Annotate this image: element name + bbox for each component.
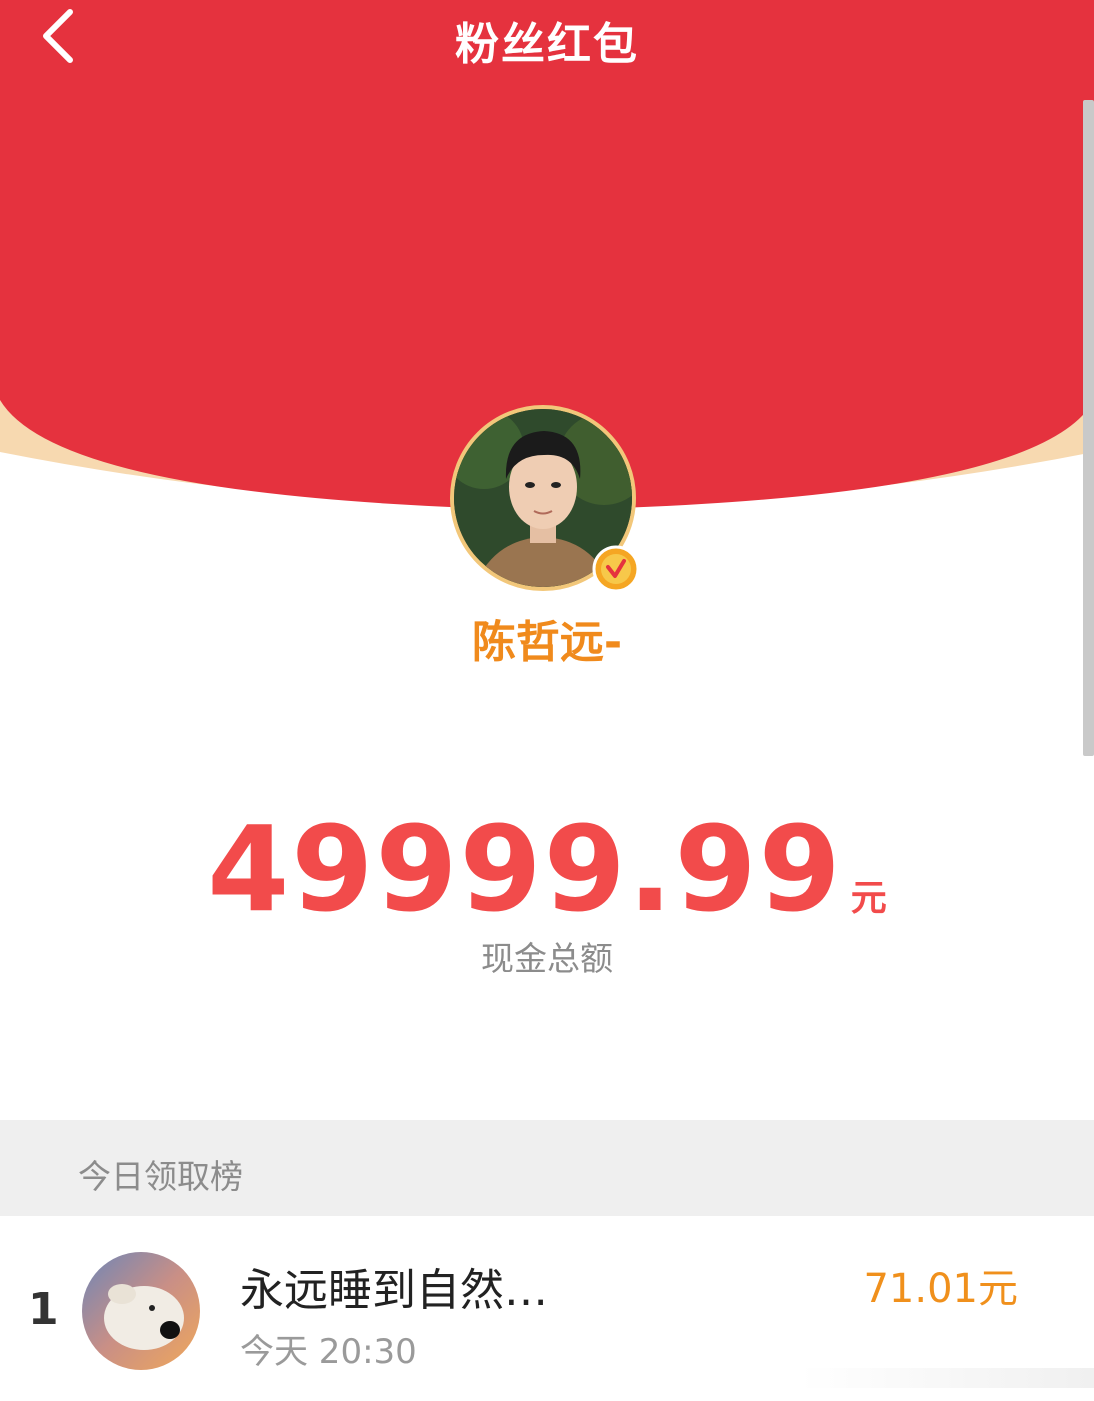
row-avatar[interactable] bbox=[82, 1252, 200, 1370]
cash-amount: 49999.99 bbox=[207, 800, 843, 938]
page: 粉丝红包 陈哲远- 49999.99 元 现金总额 今日领取榜 1 永远睡到自然… bbox=[0, 0, 1094, 1401]
ranking-title: 今日领取榜 bbox=[78, 1157, 243, 1196]
cash-currency: 元 bbox=[850, 878, 887, 919]
rank-number: 1 bbox=[28, 1284, 59, 1335]
row-amount: 71.01元 bbox=[863, 1266, 1018, 1312]
cash-amount-row: 49999.99 元 bbox=[0, 800, 1094, 938]
ranking-header: 今日领取榜 bbox=[0, 1120, 1094, 1216]
bottom-edge-divider bbox=[800, 1368, 1094, 1388]
username[interactable]: 陈哲远- bbox=[0, 606, 1094, 670]
verified-badge-icon bbox=[592, 545, 640, 593]
row-time: 今天 20:30 bbox=[240, 1332, 417, 1372]
profile-avatar-wrap[interactable] bbox=[450, 405, 642, 597]
row-username: 永远睡到自然… bbox=[240, 1265, 548, 1316]
page-title: 粉丝红包 bbox=[455, 19, 639, 70]
cash-total-label: 现金总额 bbox=[481, 939, 613, 978]
top-bar: 粉丝红包 bbox=[0, 0, 1094, 80]
dog-avatar-photo bbox=[82, 1252, 200, 1370]
